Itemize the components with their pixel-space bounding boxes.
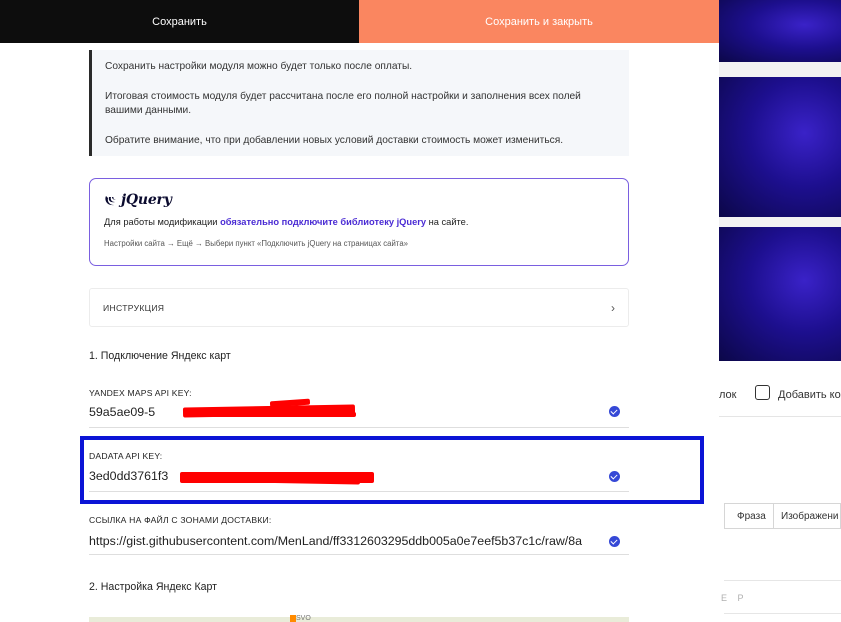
table-header-phrase: Фраза	[737, 511, 766, 522]
background-app: лок Добавить ко Фраза Изображени Е Р	[719, 0, 841, 622]
background-toolbar-text: лок	[719, 389, 737, 401]
background-banner	[719, 0, 841, 62]
instruction-accordion[interactable]: ИНСТРУКЦИЯ ›	[89, 288, 629, 327]
table-row	[724, 580, 841, 581]
jquery-instruction: Для работы модификации обязательно подкл…	[104, 217, 468, 227]
jquery-logo-icon	[105, 196, 116, 206]
jquery-brand: jQuery	[121, 192, 172, 208]
instruction-label: ИНСТРУКЦИЯ	[103, 303, 165, 313]
highlight-box	[80, 436, 704, 504]
table-header-image: Изображени	[781, 511, 839, 522]
background-table-header: Фраза Изображени	[724, 503, 841, 529]
section-title-yandex-maps: 1. Подключение Яндекс карт	[89, 350, 231, 362]
section-title-yandex-settings: 2. Настройка Яндекс Карт	[89, 581, 218, 593]
yandex-api-key-input[interactable]: 59a5ae09-5	[89, 405, 184, 419]
delivery-zones-url-label: ССЫЛКА НА ФАЙЛ С ЗОНАМИ ДОСТАВКИ:	[89, 515, 272, 525]
chevron-right-icon: ›	[611, 301, 615, 315]
jquery-settings-path: Настройки сайта → Ещё → Выбери пункт «По…	[104, 239, 409, 248]
comment-icon	[755, 385, 770, 400]
check-circle-icon	[609, 406, 620, 417]
map-label: SVO	[296, 615, 311, 622]
jquery-text: Для работы модификации	[104, 217, 221, 227]
redaction-mark	[196, 412, 356, 417]
divider	[719, 416, 841, 417]
field-underline	[89, 554, 629, 555]
notice-text: Итоговая стоимость модуля будет рассчита…	[105, 91, 581, 116]
background-add-comment: Добавить ко	[778, 389, 841, 401]
background-toolbar: лок Добавить ко	[719, 380, 841, 410]
yandex-api-key-label: YANDEX MAPS API KEY:	[89, 388, 192, 398]
notice-text: Обратите внимание, что при добавлении но…	[105, 135, 564, 146]
save-button[interactable]: Сохранить	[0, 0, 359, 43]
field-underline	[89, 427, 629, 428]
payment-notice: Сохранить настройки модуля можно будет т…	[89, 50, 629, 156]
divider	[773, 504, 774, 528]
jquery-required-text: обязательно подключите библиотеку jQuery	[220, 217, 427, 227]
background-banner	[719, 227, 841, 361]
map-preview[interactable]	[89, 617, 629, 622]
delivery-zones-url-input[interactable]: https://gist.githubusercontent.com/MenLa…	[89, 534, 609, 548]
jquery-logo: jQuery	[104, 192, 172, 208]
notice-text: Сохранить настройки модуля можно будет т…	[105, 61, 413, 72]
save-and-close-button[interactable]: Сохранить и закрыть	[359, 0, 719, 43]
table-row	[724, 613, 841, 614]
check-circle-icon	[609, 536, 620, 547]
jquery-text: на сайте.	[426, 217, 469, 227]
jquery-notice: jQuery Для работы модификации обязательн…	[89, 178, 629, 266]
background-banner	[719, 77, 841, 217]
background-faded-text: Е Р	[721, 593, 748, 603]
